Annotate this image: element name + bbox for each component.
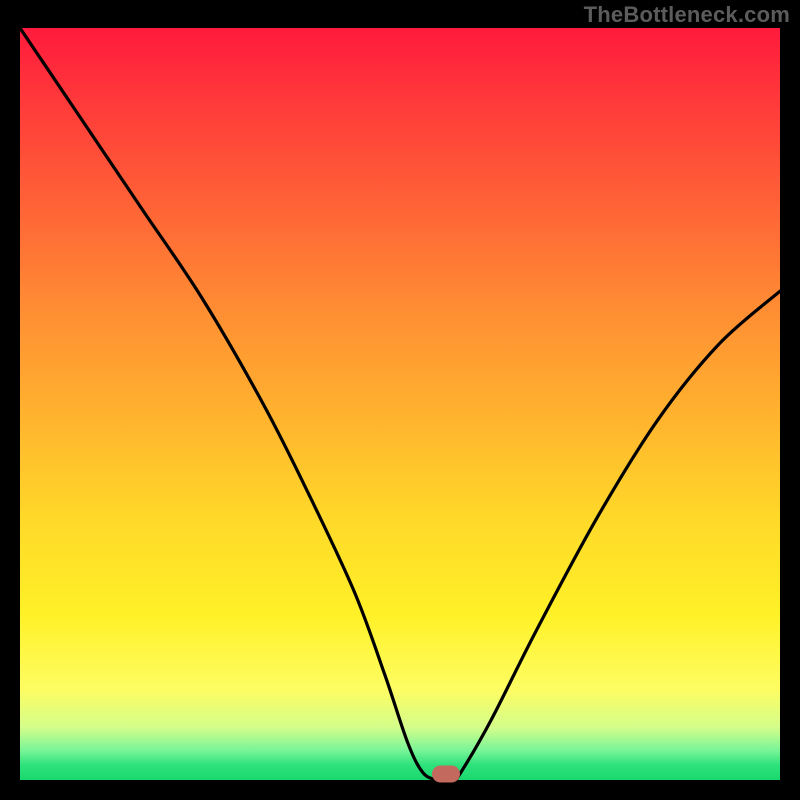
watermark-text: TheBottleneck.com [584, 2, 790, 28]
optimal-marker [432, 766, 460, 783]
plot-area [20, 28, 780, 780]
chart-frame: TheBottleneck.com [0, 0, 800, 800]
bottleneck-curve [20, 28, 780, 780]
